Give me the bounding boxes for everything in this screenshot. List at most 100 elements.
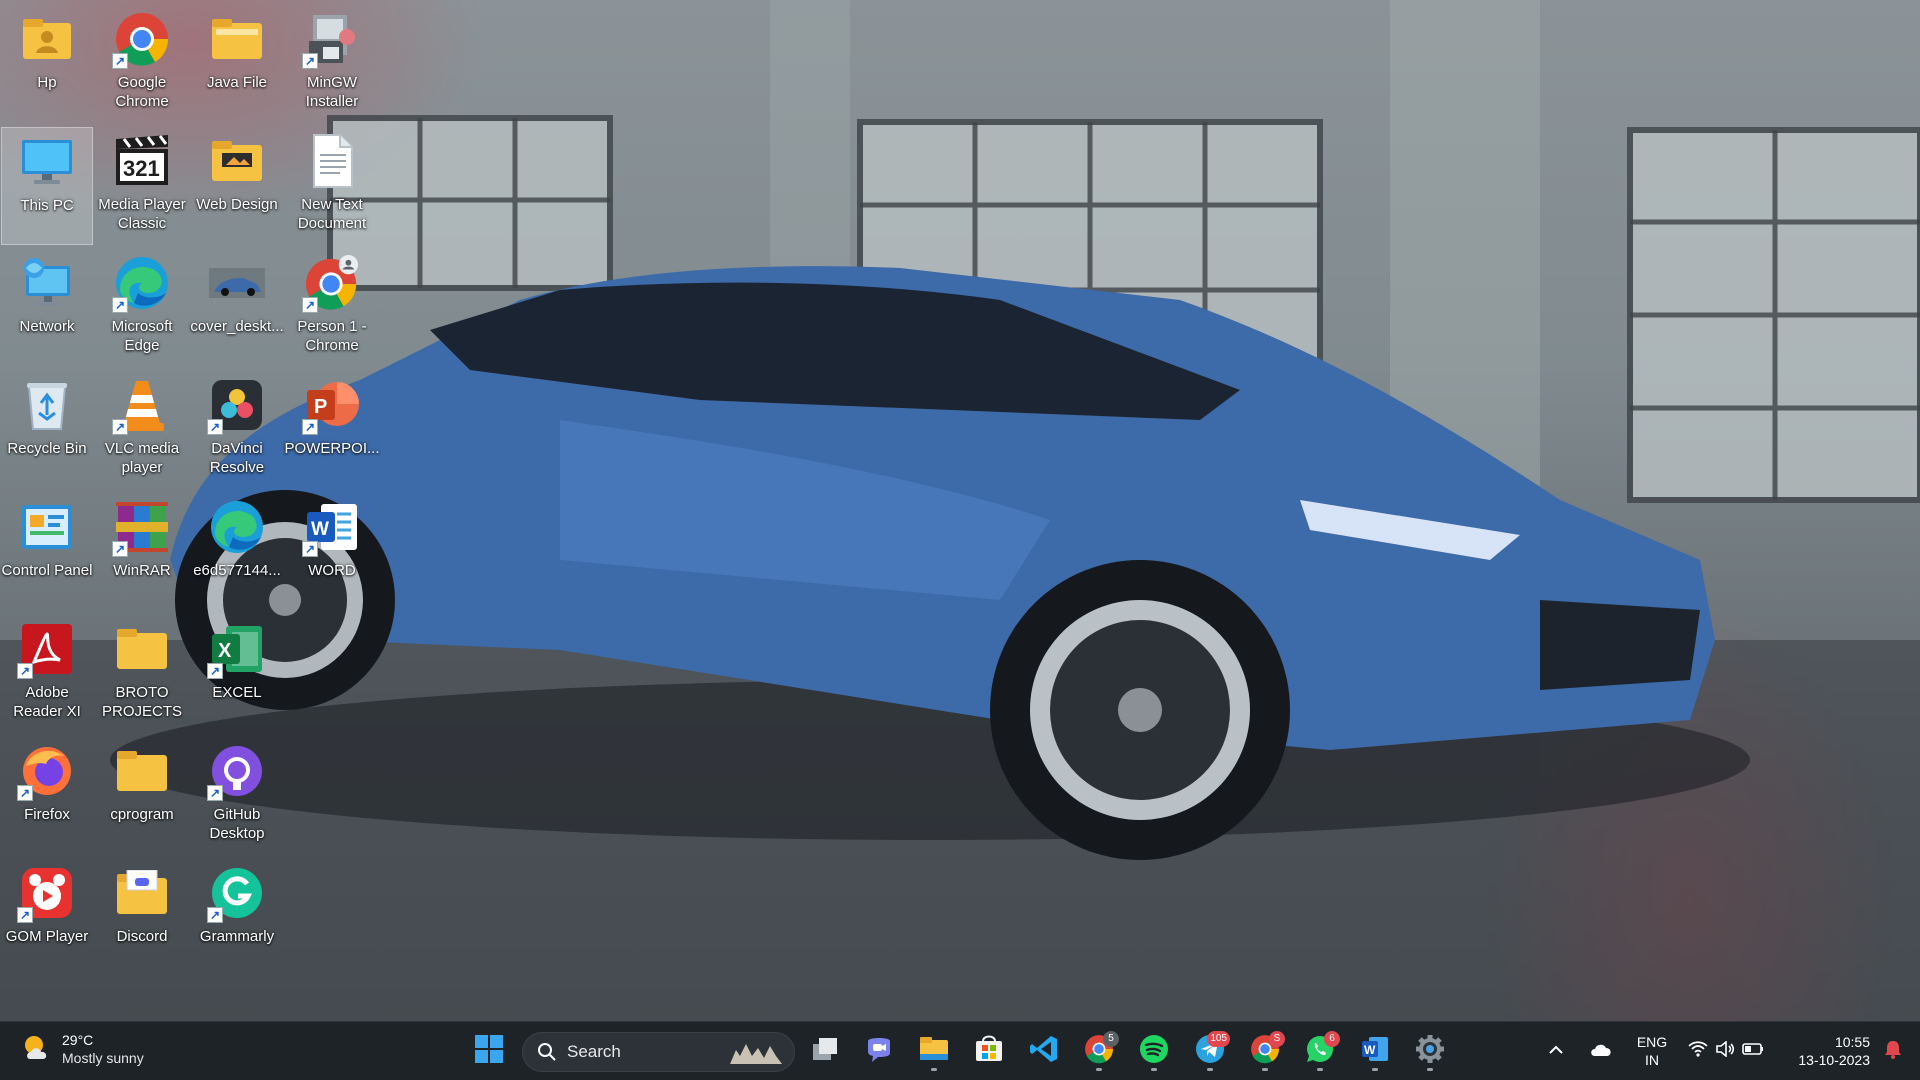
firefox-icon: ↗ xyxy=(17,743,75,801)
desktop-icon-label: cprogram xyxy=(110,806,174,823)
edge-icon: ↗ xyxy=(112,255,170,313)
text-document-icon xyxy=(304,133,360,189)
running-indicator xyxy=(1262,1068,1268,1071)
teams-chat-button[interactable] xyxy=(857,1030,901,1072)
desktop-icon-label: New Text Document xyxy=(297,196,367,232)
desktop-icon-label: Control Panel xyxy=(1,562,93,579)
svg-text:321: 321 xyxy=(123,156,160,181)
desktop-icon-discord[interactable]: Discord xyxy=(96,859,188,977)
task-view-button[interactable] xyxy=(803,1030,847,1072)
weather-widget[interactable]: 29°C Mostly sunny xyxy=(22,1031,144,1067)
search-highlight-icon xyxy=(726,1038,786,1066)
running-indicator xyxy=(1151,1068,1157,1071)
davinci-icon: ↗ xyxy=(207,377,265,435)
notifications-button[interactable] xyxy=(1876,1030,1910,1072)
control-panel-icon xyxy=(19,499,75,555)
desktop-icon-winrar[interactable]: ↗ WinRAR xyxy=(96,493,188,611)
desktop-icon-powerpoint[interactable]: P ↗ POWERPOI... xyxy=(284,371,380,489)
desktop-icon-web-design[interactable]: Web Design xyxy=(191,127,283,245)
shortcut-arrow-icon: ↗ xyxy=(207,785,223,801)
desktop-icon-label: WORD xyxy=(308,562,356,579)
desktop-icon-davinci-resolve[interactable]: ↗ DaVinci Resolve xyxy=(191,371,283,489)
weather-temperature: 29°C xyxy=(62,1032,94,1048)
onedrive-button[interactable] xyxy=(1584,1030,1618,1072)
chrome-taskbar-button[interactable]: S xyxy=(1243,1030,1287,1072)
file-explorer-button[interactable] xyxy=(912,1030,956,1072)
desktop-icon-label: POWERPOI... xyxy=(284,440,380,457)
desktop-icon-edge-file[interactable]: e6d577144... xyxy=(191,493,283,611)
desktop-icon-github-desktop[interactable]: ↗ GitHub Desktop xyxy=(191,737,283,855)
shortcut-arrow-icon: ↗ xyxy=(17,785,33,801)
desktop-icon-microsoft-edge[interactable]: ↗ Microsoft Edge xyxy=(96,249,188,367)
chrome-profile-icon: ↗ xyxy=(302,255,360,313)
recycle-bin-icon xyxy=(19,377,75,433)
settings-button[interactable] xyxy=(1408,1030,1452,1072)
desktop-icon-this-pc[interactable]: This PC xyxy=(1,127,93,245)
desktop-icon-new-text-document[interactable]: New Text Document xyxy=(286,127,378,245)
telegram-button[interactable]: 105 xyxy=(1188,1030,1232,1072)
network-icon xyxy=(19,255,75,311)
spotify-button[interactable] xyxy=(1132,1030,1176,1072)
quick-settings-button[interactable] xyxy=(1684,1030,1768,1072)
desktop-icon-mingw-installer[interactable]: ↗ MinGW Installer xyxy=(286,5,378,123)
desktop-icon-google-chrome[interactable]: ↗ Google Chrome xyxy=(96,5,188,123)
clock-time: 10:55 xyxy=(1834,1034,1870,1050)
desktop-icon-broto-projects[interactable]: BROTO PROJECTS xyxy=(96,615,188,733)
running-indicator xyxy=(1207,1068,1213,1071)
word-taskbar-button[interactable]: W xyxy=(1353,1030,1397,1072)
svg-text:W: W xyxy=(1364,1043,1376,1057)
installer-icon: ↗ xyxy=(302,11,360,69)
vs-code-button[interactable] xyxy=(1022,1030,1066,1072)
windows-logo-icon xyxy=(474,1034,504,1069)
vlc-cone-icon: ↗ xyxy=(112,377,170,435)
shortcut-arrow-icon: ↗ xyxy=(112,541,128,557)
desktop-icon-gom-player[interactable]: ↗ GOM Player xyxy=(1,859,93,977)
running-indicator xyxy=(1427,1068,1433,1071)
desktop-icon-label: GitHub Desktop xyxy=(209,806,265,842)
shortcut-arrow-icon: ↗ xyxy=(302,419,318,435)
start-button[interactable] xyxy=(467,1030,511,1072)
cloud-icon xyxy=(1589,1041,1613,1062)
desktop-icon-label: Hp xyxy=(37,74,57,91)
store-icon xyxy=(974,1035,1004,1068)
desktop-icon-java-file[interactable]: Java File xyxy=(191,5,283,123)
shortcut-arrow-icon: ↗ xyxy=(112,53,128,69)
word-icon: W ↗ xyxy=(302,499,360,557)
show-hidden-icons-button[interactable] xyxy=(1540,1030,1572,1072)
desktop-icon-network[interactable]: Network xyxy=(1,249,93,367)
chrome-profile-taskbar-button[interactable]: 5 xyxy=(1077,1030,1121,1072)
desktop-icon-person-1-chrome[interactable]: ↗ Person 1 - Chrome xyxy=(286,249,378,367)
desktop-icon-recycle-bin[interactable]: Recycle Bin xyxy=(1,371,93,489)
wifi-icon xyxy=(1688,1040,1708,1062)
desktop-icon-grammarly[interactable]: ↗ Grammarly xyxy=(191,859,283,977)
desktop-icon-label: Grammarly xyxy=(199,928,275,945)
shortcut-arrow-icon: ↗ xyxy=(112,419,128,435)
clock-button[interactable]: 10:55 13-10-2023 xyxy=(1778,1030,1870,1072)
language-indicator[interactable]: ENG IN xyxy=(1630,1030,1674,1072)
desktop-icon-label: Web Design xyxy=(196,196,278,213)
gom-player-icon: ↗ xyxy=(17,865,75,923)
desktop-icon-hp[interactable]: Hp xyxy=(1,5,93,123)
desktop-icon-label: e6d577144... xyxy=(193,562,281,579)
search-label: Search xyxy=(567,1042,621,1061)
whatsapp-button[interactable]: 6 xyxy=(1298,1030,1342,1072)
desktop-icon-excel[interactable]: X ↗ EXCEL xyxy=(191,615,283,733)
taskbar: 29°C Mostly sunny Search 5 105 S 6 W ENG… xyxy=(0,1021,1920,1080)
taskbar-search-box[interactable]: Search xyxy=(522,1032,795,1072)
desktop-icon-label: Person 1 - Chrome xyxy=(297,318,367,354)
shortcut-arrow-icon: ↗ xyxy=(17,907,33,923)
desktop-icon-firefox[interactable]: ↗ Firefox xyxy=(1,737,93,855)
folder-icon xyxy=(209,11,265,67)
desktop-icon-control-panel[interactable]: Control Panel xyxy=(1,493,93,611)
word-icon: W xyxy=(1361,1035,1389,1068)
desktop-icon-media-player-classic[interactable]: 321 Media Player Classic xyxy=(96,127,188,245)
shortcut-arrow-icon: ↗ xyxy=(112,297,128,313)
desktop-icon-cprogram[interactable]: cprogram xyxy=(96,737,188,855)
desktop-icon-vlc[interactable]: ↗ VLC media player xyxy=(96,371,188,489)
desktop-icon-word[interactable]: W ↗ WORD xyxy=(286,493,378,611)
desktop-icon-adobe-reader[interactable]: ↗ Adobe Reader XI xyxy=(1,615,93,733)
desktop-icon-cover-desktop[interactable]: cover_deskt... xyxy=(190,249,284,367)
github-icon: ↗ xyxy=(207,743,265,801)
microsoft-store-button[interactable] xyxy=(967,1030,1011,1072)
shortcut-arrow-icon: ↗ xyxy=(207,663,223,679)
